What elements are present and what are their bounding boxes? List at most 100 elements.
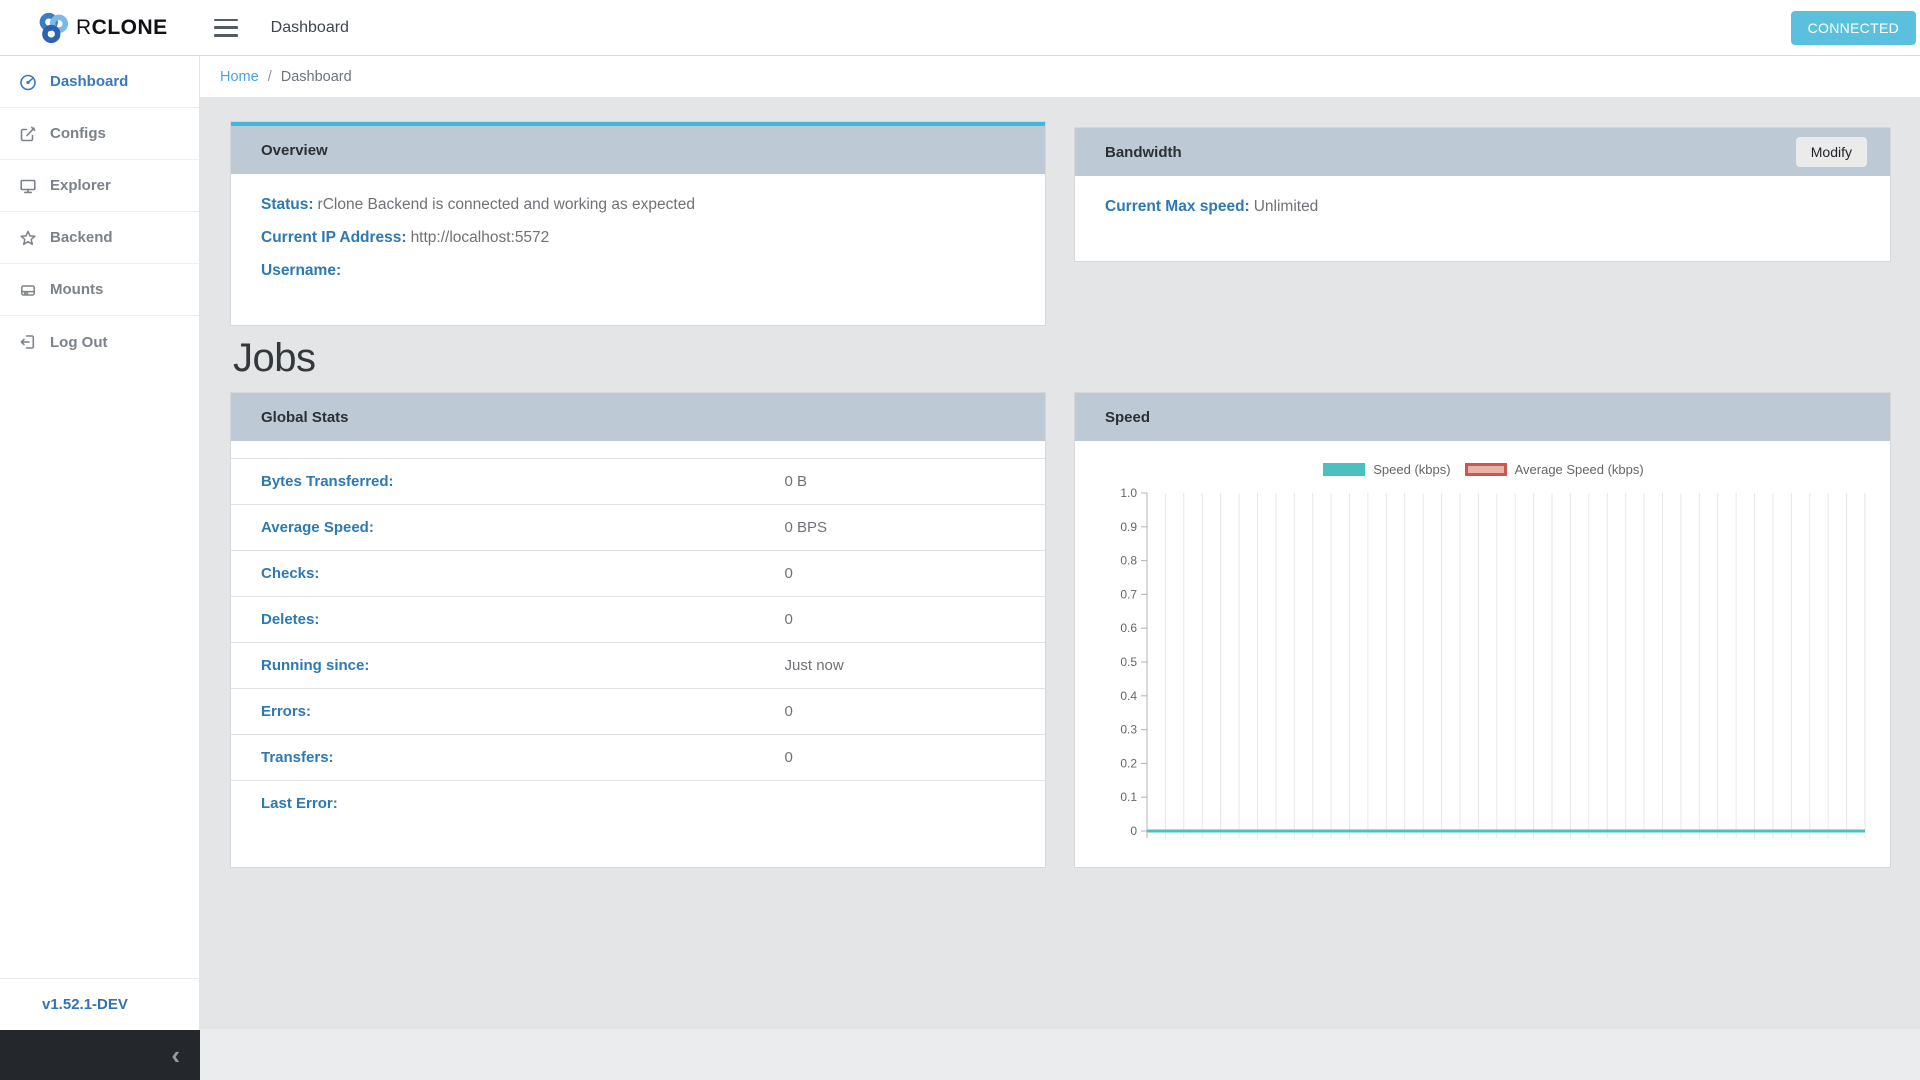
- overview-field: Username:: [261, 262, 1015, 280]
- row-label: Average Speed:: [261, 519, 374, 536]
- sidebar-item-logout[interactable]: Log Out: [0, 316, 199, 368]
- row-value: 0: [784, 703, 793, 720]
- sidebar-item-mounts[interactable]: Mounts: [0, 264, 199, 316]
- global-stats-table: Bytes Transferred: 0 B Average Speed: 0 …: [231, 458, 1045, 826]
- legend-label: Average Speed (kbps): [1514, 461, 1644, 477]
- bandwidth-field: Current Max speed: Unlimited: [1105, 198, 1860, 216]
- row-value: 0: [784, 611, 793, 628]
- legend-swatch: [1464, 462, 1507, 476]
- overview-field: Current IP Address: http://localhost:5572: [261, 229, 1015, 247]
- overview-card: Overview Status: rClone Backend is connec…: [231, 122, 1045, 325]
- table-row: Checks: 0: [231, 550, 1045, 596]
- bandwidth-card-title: Bandwidth: [1105, 143, 1182, 161]
- hamburger-menu-icon[interactable]: [213, 18, 238, 37]
- global-stats-card: Global Stats Bytes Transferred: 0 B Aver…: [231, 393, 1045, 867]
- row-label: Errors:: [261, 703, 312, 720]
- row-value: Just now: [784, 657, 844, 674]
- desktop-icon: [20, 179, 36, 193]
- rclone-logo[interactable]: RCLONE: [36, 11, 168, 45]
- version-box: v1.52.1-DEV: [0, 978, 200, 1030]
- overview-card-title: Overview: [261, 141, 328, 159]
- chevron-left-icon[interactable]: ‹: [171, 1042, 180, 1068]
- speed-card: Speed Speed (kbps) Average Speed (kbps) 1…: [1075, 393, 1890, 867]
- table-row: Transfers: 0: [231, 734, 1045, 780]
- legend-item[interactable]: Speed (kbps): [1323, 461, 1451, 477]
- jobs-heading: Jobs: [233, 336, 316, 380]
- svg-text:0.1: 0.1: [1120, 790, 1137, 804]
- star-icon: [20, 230, 36, 245]
- connected-status-button[interactable]: CONNECTED: [1790, 11, 1916, 45]
- row-label: Deletes:: [261, 611, 320, 628]
- hdd-icon: [21, 284, 35, 296]
- global-stats-card-header: Global Stats: [231, 393, 1045, 441]
- row-value: 0 BPS: [784, 519, 828, 536]
- rclone-logo-icon: [39, 12, 69, 43]
- overview-card-header: Overview: [231, 126, 1045, 174]
- table-row: Average Speed: 0 BPS: [231, 504, 1045, 550]
- bandwidth-card: Bandwidth Modify Current Max speed: Unlim…: [1075, 128, 1890, 261]
- svg-text:1.0: 1.0: [1120, 486, 1137, 500]
- tachometer-icon: [20, 74, 36, 90]
- row-value: 0: [784, 565, 793, 582]
- legend-swatch: [1323, 462, 1366, 476]
- speed-chart: 1.0 0.9 0.8 0.7 0.6 0.5 0.4 0.3 0.2 0.1 0: [1120, 486, 1866, 838]
- overview-field: Status: rClone Backend is connected and w…: [261, 196, 1015, 214]
- svg-text:0.3: 0.3: [1120, 723, 1137, 737]
- table-row: Bytes Transferred: 0 B: [231, 458, 1045, 504]
- row-label: Transfers:: [261, 749, 334, 766]
- field-label: Status:: [261, 196, 314, 213]
- breadcrumb-current: Dashboard: [280, 68, 352, 85]
- sidebar-item-label: Log Out: [50, 333, 108, 351]
- global-stats-card-title: Global Stats: [261, 408, 349, 426]
- version-label[interactable]: v1.52.1-DEV: [42, 996, 128, 1013]
- top-bar: RCLONE Dashboard CONNECTED: [0, 0, 1920, 56]
- svg-text:0: 0: [1130, 824, 1137, 838]
- svg-text:0.6: 0.6: [1120, 621, 1137, 635]
- speed-card-body: Speed (kbps) Average Speed (kbps) 1.0 0.9 0…: [1075, 441, 1890, 863]
- sign-out-icon: [20, 335, 35, 349]
- field-label: Current IP Address:: [261, 229, 407, 246]
- speed-card-header: Speed: [1075, 393, 1890, 441]
- svg-text:0.4: 0.4: [1120, 689, 1137, 703]
- row-value: 0 B: [784, 473, 808, 490]
- svg-text:0.5: 0.5: [1120, 655, 1137, 669]
- row-label: Bytes Transferred:: [261, 473, 394, 490]
- svg-text:0.2: 0.2: [1120, 756, 1137, 770]
- table-row: Running since: Just now: [231, 642, 1045, 688]
- sidebar-item-explorer[interactable]: Explorer: [0, 160, 199, 212]
- table-row: Last Error:: [231, 780, 1045, 826]
- row-label: Checks:: [261, 565, 320, 582]
- bandwidth-card-header: Bandwidth Modify: [1075, 128, 1890, 176]
- sidebar-item-label: Dashboard: [50, 73, 129, 90]
- svg-text:0.9: 0.9: [1120, 520, 1137, 534]
- bandwidth-card-body: Current Max speed: Unlimited: [1075, 176, 1890, 253]
- sidebar-item-dashboard[interactable]: Dashboard: [0, 56, 199, 108]
- sidebar-item-backend[interactable]: Backend: [0, 212, 199, 264]
- sidebar-item-configs[interactable]: Configs: [0, 108, 199, 160]
- breadcrumb-separator: /: [267, 68, 272, 85]
- sidebar-item-label: Mounts: [50, 281, 104, 298]
- svg-text:0.8: 0.8: [1120, 554, 1137, 568]
- table-row: Deletes: 0: [231, 596, 1045, 642]
- speed-card-title: Speed: [1105, 408, 1151, 426]
- sidebar: Dashboard Configs Explorer Backend Mount…: [0, 56, 200, 1030]
- sidebar-item-label: Backend: [50, 229, 113, 246]
- field-value: http://localhost:5572: [410, 229, 550, 246]
- legend-label: Speed (kbps): [1373, 461, 1451, 477]
- edit-icon: [20, 126, 36, 141]
- modify-button[interactable]: Modify: [1795, 137, 1867, 167]
- row-label: Last Error:: [261, 795, 338, 812]
- page-title: Dashboard: [270, 18, 349, 36]
- breadcrumb: Home / Dashboard: [200, 56, 1920, 98]
- brand-text: RCLONE: [76, 15, 168, 39]
- sidebar-item-label: Explorer: [50, 177, 111, 194]
- field-label: Username:: [261, 262, 342, 279]
- content-background-lower: [200, 1029, 1920, 1080]
- breadcrumb-home-link[interactable]: Home: [220, 69, 259, 85]
- svg-text:0.7: 0.7: [1120, 587, 1137, 601]
- legend-item[interactable]: Average Speed (kbps): [1464, 461, 1644, 477]
- overview-card-body: Status: rClone Backend is connected and w…: [231, 174, 1045, 317]
- table-row: Errors: 0: [231, 688, 1045, 734]
- row-value: 0: [784, 749, 793, 766]
- field-label: Current Max speed:: [1105, 198, 1250, 215]
